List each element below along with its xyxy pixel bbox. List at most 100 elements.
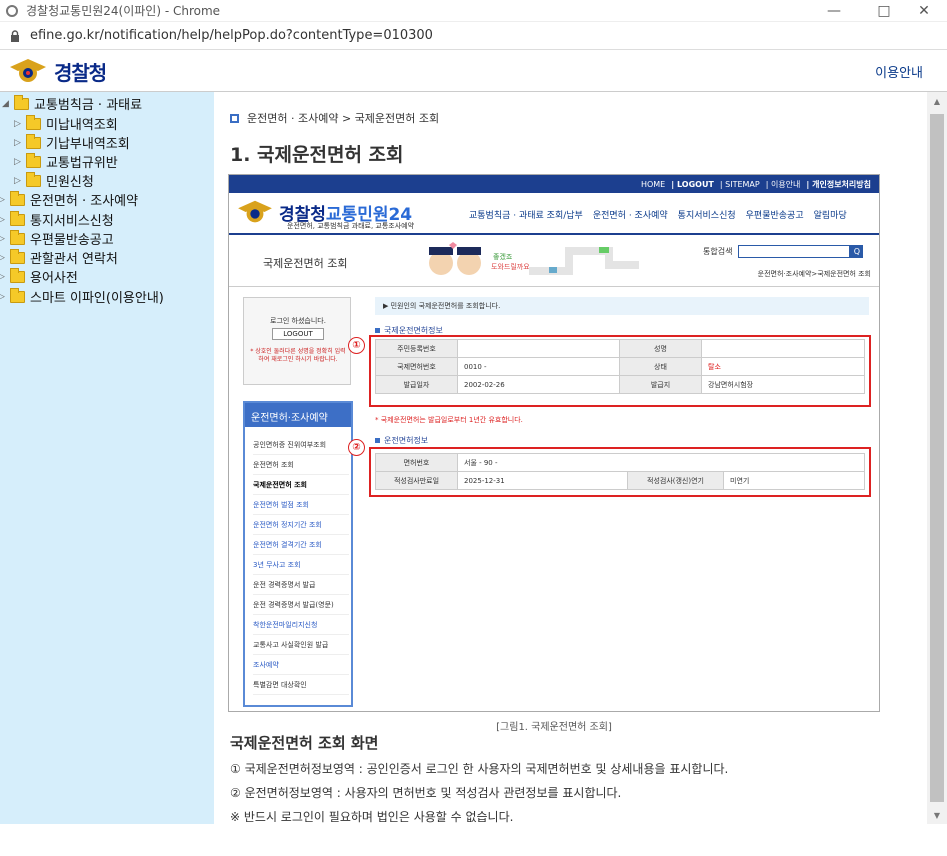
left-menu-item: 교통사고 사실확인원 발급	[253, 635, 349, 655]
left-menu-item: 운전면허 정지기간 조회	[253, 515, 349, 535]
svg-text:좋겠죠: 좋겠죠	[493, 252, 513, 261]
collapsed-icon[interactable]: ▷	[0, 292, 8, 302]
help-link[interactable]: 이용안내	[875, 62, 923, 81]
page-header: 경찰청 이용안내	[0, 50, 947, 92]
road-illustration-icon	[529, 247, 639, 275]
site-top-nav: HOME | LOGOUT | SITEMAP | 이용안내 | 개인정보처리방…	[229, 175, 879, 193]
tree-item-return-mail[interactable]: ▷ 우편물반송공고	[0, 229, 114, 248]
folder-icon	[10, 210, 25, 226]
site-banner: 국제운전면허 조회 좋겠죠 도와드릴까요? 통합검색 Q 운전면허·조사예약>	[229, 235, 879, 287]
section-bullet-icon	[375, 328, 380, 333]
search-label: 통합검색	[703, 247, 733, 256]
left-menu-item: 3년 무사고 조회	[253, 555, 349, 575]
collapsed-icon[interactable]: ▷	[0, 253, 8, 263]
site-left-menu: 운전면허·조사예약 공인면허증 진위여부조회 운전면허 조회 국제운전면허 조회…	[243, 401, 353, 707]
folder-icon	[10, 248, 25, 264]
scroll-down-icon[interactable]: ▼	[927, 806, 947, 824]
breadcrumb: 운전면허 · 조사예약 > 국제운전면허 조회	[230, 110, 439, 126]
folder-icon	[10, 229, 25, 245]
left-menu-item: 조사예약	[253, 655, 349, 675]
nav-guide: | 이용안내	[765, 179, 801, 189]
left-menu-item: 운전 경력증명서 발급	[253, 575, 349, 595]
example-screenshot: HOME | LOGOUT | SITEMAP | 이용안내 | 개인정보처리방…	[228, 174, 880, 712]
tree-item-violation[interactable]: ▷ 교통법규위반	[14, 152, 118, 171]
url-text: efine.go.kr/notification/help/helpPop.do…	[30, 28, 433, 43]
sidebar-tree: ◢ 교통범칙금 · 과태료 ▷ 미납내역조회 ▷ 기납부내역조회 ▷ 교통법규위…	[0, 92, 214, 824]
site-menu: 교통범칙금 · 과태료 조회/납부 운전면허 · 조사예약 통지서비스신청 우편…	[469, 208, 857, 221]
minimize-button[interactable]: —	[811, 0, 857, 22]
collapsed-icon[interactable]: ▷	[14, 176, 24, 186]
tree-item-glossary[interactable]: ▷ 용어사전	[0, 267, 78, 286]
description-3: ※ 반드시 로그인이 필요하며 법인은 사용할 수 없습니다.	[230, 810, 514, 824]
close-button[interactable]: ✕	[901, 0, 947, 22]
left-menu-item: 운전면허 벌점 조회	[253, 495, 349, 515]
tree-item-license[interactable]: ▷ 운전면허 · 조사예약	[0, 190, 138, 209]
tree-item-unpaid[interactable]: ▷ 미납내역조회	[14, 114, 118, 133]
tree-item-paid[interactable]: ▷ 기납부내역조회	[14, 133, 130, 152]
banner-title: 국제운전면허 조회	[263, 257, 348, 270]
search-icon: Q	[850, 245, 864, 258]
left-menu-title: 운전면허·조사예약	[245, 403, 351, 427]
highlight-box-2	[369, 447, 871, 497]
site-menu-item: 우편물반송공고	[745, 211, 804, 221]
marker-1: ①	[348, 337, 365, 354]
nav-logout: | LOGOUT	[671, 179, 714, 189]
expanded-icon[interactable]: ◢	[2, 99, 12, 109]
figure-caption: [그림1. 국제운전면허 조회]	[496, 722, 612, 733]
site-subtitle: 운전면허, 교통범칙금 과태료, 교통조사예약	[287, 222, 415, 230]
login-text: 로그인 하셨습니다.	[270, 317, 326, 325]
address-bar[interactable]: efine.go.kr/notification/help/helpPop.do…	[0, 22, 947, 50]
collapsed-icon[interactable]: ▷	[14, 157, 24, 167]
left-menu-item: 운전 경력증명서 발급(영문)	[253, 595, 349, 615]
collapsed-icon[interactable]: ▷	[14, 119, 24, 129]
nav-sitemap: | SITEMAP	[719, 179, 760, 189]
site-menu-item: 운전면허 · 조사예약	[592, 211, 668, 221]
page-title: 1. 국제운전면허 조회	[230, 144, 404, 166]
collapsed-icon[interactable]: ▷	[0, 272, 8, 282]
collapsed-icon[interactable]: ▷	[0, 215, 8, 225]
search-input	[738, 245, 851, 258]
tree-item-contacts[interactable]: ▷ 관할관서 연락처	[0, 248, 118, 267]
svg-text:도와드릴까요?: 도와드릴까요?	[491, 262, 529, 271]
left-menu-item: 운전면허 결격기간 조회	[253, 535, 349, 555]
logo-text: 경찰청	[54, 60, 107, 85]
vertical-scrollbar[interactable]: ▲ ▼	[927, 92, 947, 824]
description-2: ② 운전면허정보영역 : 사용자의 면허번호 및 적성검사 관련정보를 표시합니…	[230, 786, 622, 800]
main-content: 운전면허 · 조사예약 > 국제운전면허 조회 1. 국제운전면허 조회 HOM…	[214, 92, 927, 824]
site-menu-item: 알림마당	[813, 211, 847, 221]
login-status-box: 로그인 하셨습니다. LOGOUT * 상호인 둘러다른 성명을 정확히 입력하…	[243, 297, 351, 385]
tree-item-traffic-fine[interactable]: ◢ 교통범칙금 · 과태료	[2, 94, 142, 113]
collapsed-icon[interactable]: ▷	[0, 234, 8, 244]
police-logo[interactable]: 경찰청	[8, 55, 107, 87]
chrome-app-icon	[6, 4, 18, 17]
tree-item-smart-efine[interactable]: ▷ 스마트 이파인(이용안내)	[0, 287, 164, 306]
lock-icon	[8, 29, 22, 43]
validity-note: * 국제운전면허는 발급일로부터 1년간 유효합니다.	[375, 416, 523, 424]
collapsed-icon[interactable]: ▷	[14, 138, 24, 148]
police-mascots-icon: 좋겠죠 도와드릴까요?	[429, 242, 529, 275]
site-menu-item: 교통범칙금 · 과태료 조회/납부	[469, 211, 583, 221]
left-menu-item: 공인면허증 진위여부조회	[253, 435, 349, 455]
window-titlebar: 경찰청교통민원24(이파인) - Chrome — □ ✕	[0, 0, 947, 22]
left-menu-item: 특별감면 대상확인	[253, 675, 349, 695]
police-emblem-icon	[10, 59, 46, 82]
site-header: 경찰청교통민원24 운전면허, 교통범칙금 과태료, 교통조사예약 교통범칙금 …	[229, 193, 879, 235]
section-title: 국제운전면허 조회 화면	[230, 734, 379, 752]
folder-icon	[10, 287, 25, 303]
collapsed-icon[interactable]: ▷	[0, 195, 8, 205]
police-emblem-icon	[238, 200, 272, 223]
folder-icon	[26, 114, 41, 130]
tree-item-civil-request[interactable]: ▷ 민원신청	[14, 171, 94, 190]
info-bar: ▶ 민원인의 국제운전면허를 조회합니다.	[375, 297, 869, 315]
scroll-thumb[interactable]	[930, 114, 944, 802]
folder-icon	[10, 190, 25, 206]
folder-icon	[10, 267, 25, 283]
site-search: 통합검색 Q	[703, 245, 864, 258]
nav-privacy: | 개인정보처리방침	[806, 179, 871, 189]
section-license: 운전면허정보	[375, 435, 428, 446]
site-breadcrumb: 운전면허·조사예약>국제운전면허 조회	[757, 270, 871, 278]
tree-item-notification[interactable]: ▷ 통지서비스신청	[0, 210, 114, 229]
scroll-up-icon[interactable]: ▲	[927, 92, 947, 110]
left-menu-item-current: 국제운전면허 조회	[253, 475, 349, 495]
window-title: 경찰청교통민원24(이파인) - Chrome	[26, 4, 221, 18]
